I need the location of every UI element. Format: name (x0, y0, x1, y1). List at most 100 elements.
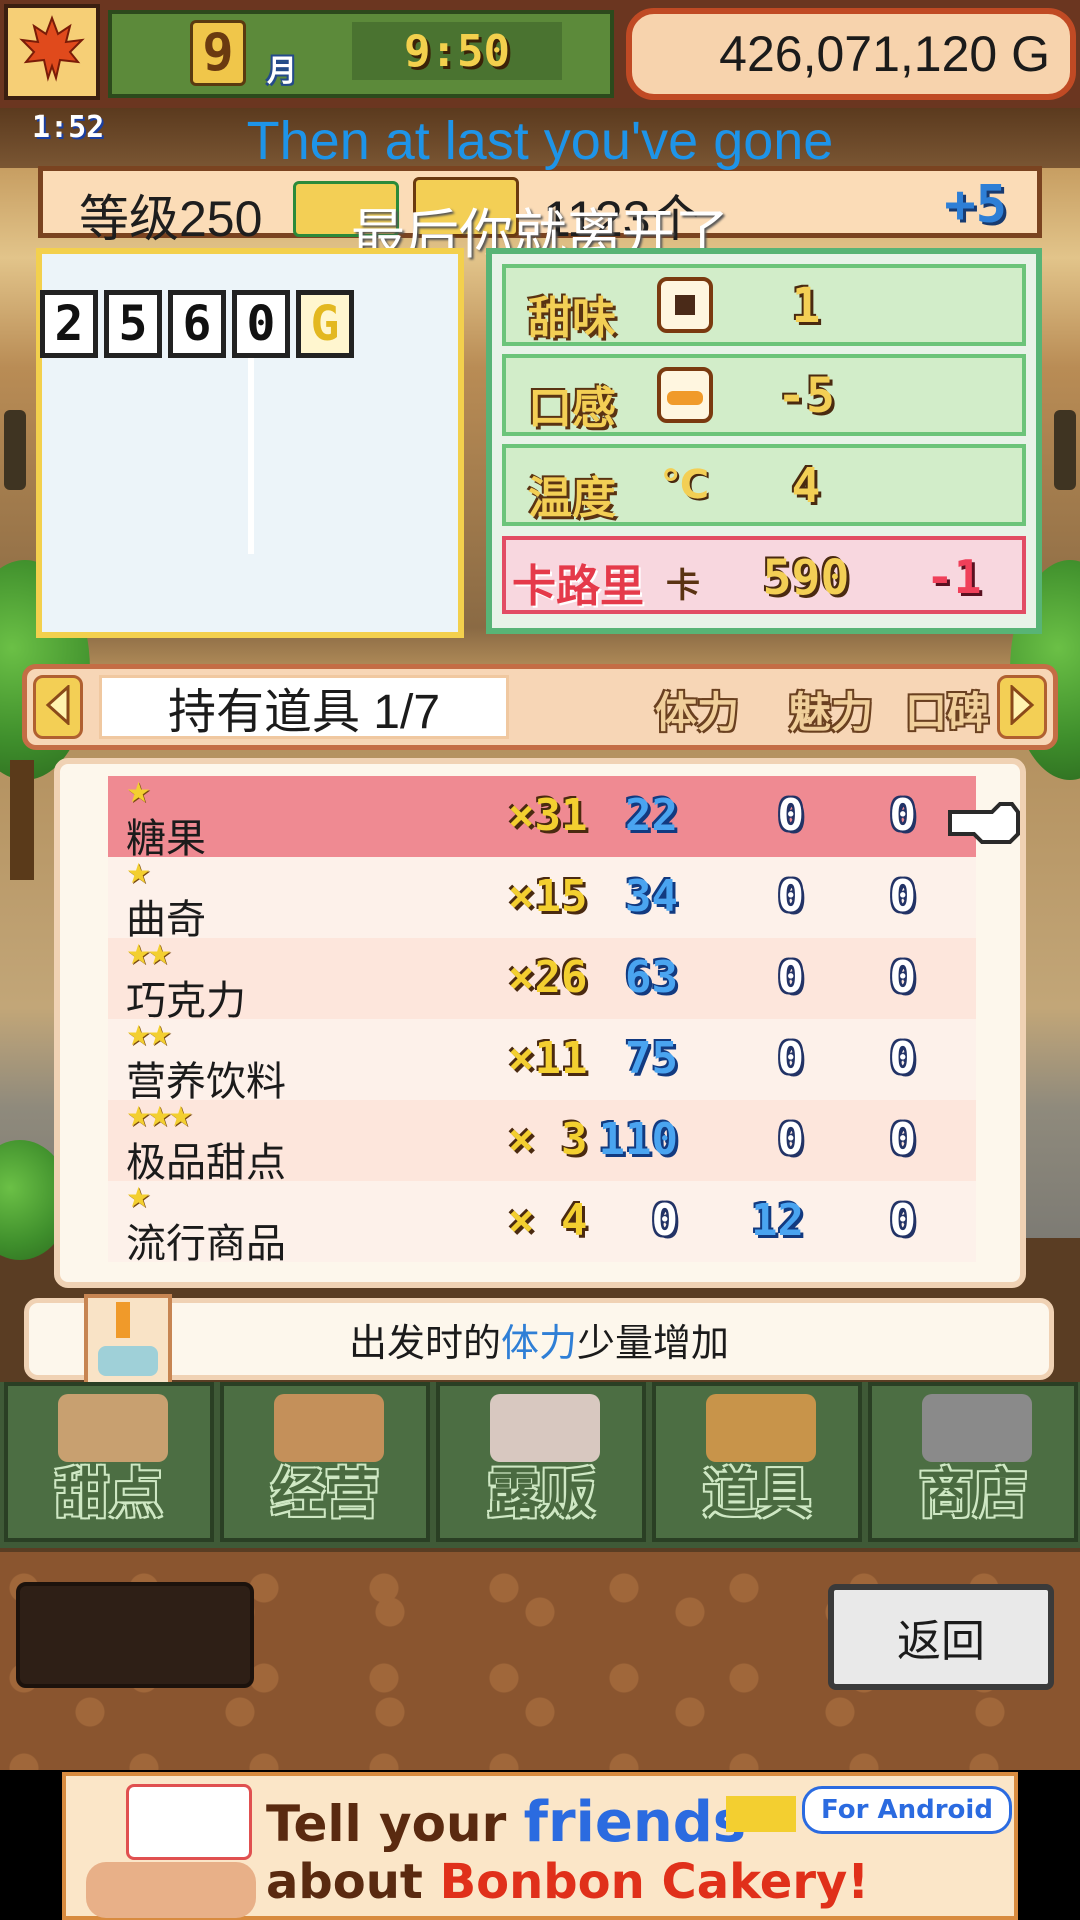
maple-leaf-icon (16, 14, 88, 90)
item-quantity: ×26 (508, 952, 588, 1003)
item-name: 营养饮料 (126, 1060, 286, 1104)
description-keyword: 体力 (500, 1322, 577, 1365)
lamp-right (1054, 410, 1076, 490)
platform-badge: For Android (802, 1786, 1012, 1834)
star-rating-icon: ★★ (126, 938, 172, 971)
nav-label: 甜点 (55, 1462, 163, 1525)
stat-label: 口感 (528, 383, 616, 434)
item-charm: 0 (777, 1114, 805, 1165)
item-stamina: 63 (625, 952, 678, 1003)
item-row[interactable]: ★★ 营养饮料 ×11 75 0 0 (108, 1019, 976, 1104)
nav-tab-dessert[interactable]: 甜点 (4, 1382, 214, 1542)
month-number: 9 (190, 20, 246, 86)
item-name: 曲奇 (126, 898, 206, 942)
item-name: 糖果 (126, 817, 206, 861)
item-row[interactable]: ★ 曲奇 ×15 34 0 0 (108, 857, 976, 942)
item-reputation: 0 (889, 871, 917, 922)
stat-value: 4 (791, 458, 821, 514)
item-row[interactable]: ★ 流行商品 × 4 0 12 0 (108, 1181, 976, 1266)
star-rating-icon: ★ (126, 1181, 151, 1214)
calorie-unit: 卡 (666, 566, 700, 606)
description-prefix: 出发时的 (348, 1322, 501, 1365)
item-reputation: 0 (889, 790, 917, 841)
price-digit: 5 (104, 290, 162, 358)
item-quantity: × 4 (508, 1195, 588, 1246)
ad-highlight: friends (523, 1790, 747, 1855)
item-description: 出发时的 体力 少量增加 (24, 1298, 1054, 1380)
ad-text: about (266, 1854, 440, 1910)
item-row[interactable]: ★★★ 极品甜点 × 3 110 0 0 (108, 1100, 976, 1185)
item-stamina: 22 (625, 790, 678, 841)
characters-icon (86, 1862, 256, 1918)
item-row[interactable]: ★ 糖果 ×31 22 0 0 (108, 776, 976, 861)
item-charm: 0 (777, 790, 805, 841)
texture-icon (656, 366, 714, 424)
stat-label: 温度 (528, 473, 616, 524)
cake-icon (126, 1784, 252, 1860)
star-rating-icon: ★★ (126, 1019, 172, 1052)
scale-icon (84, 1294, 172, 1386)
column-header-reputation: 口碑 (905, 688, 990, 737)
empty-slot (16, 1582, 254, 1688)
items-list: ★ 糖果 ×31 22 0 0 ★ 曲奇 ×15 34 0 0 ★★ 巧克力 ×… (54, 758, 1026, 1288)
price-display: 2 5 6 0 G (40, 290, 354, 358)
column-header-stamina: 体力 (655, 688, 740, 737)
nav-label: 道具 (703, 1462, 811, 1525)
prev-page-button[interactable] (33, 675, 83, 739)
item-stamina: 0 (651, 1195, 679, 1246)
date-time-panel: 9 月 9:50 (108, 10, 614, 98)
item-reputation: 0 (889, 1114, 917, 1165)
ad-banner[interactable]: Tell your friends about Bonbon Cakery! F… (62, 1772, 1018, 1920)
stat-label: 卡路里 (512, 561, 644, 612)
items-header: 持有道具 1/7 体力 魅力 口碑 (22, 664, 1058, 750)
item-quantity: ×11 (508, 1033, 588, 1084)
item-reputation: 0 (889, 952, 917, 1003)
nav-tab-shop[interactable]: 商店 (868, 1382, 1078, 1542)
crown-icon (726, 1796, 796, 1832)
price-digit: 0 (232, 290, 290, 358)
gold-coin-icon: G (296, 290, 354, 358)
stat-row-calories: 卡路里 卡 590 -1 (502, 536, 1026, 614)
money-display: 426,071,120 G (626, 8, 1076, 100)
back-button[interactable]: 返回 (828, 1584, 1054, 1690)
stat-row-texture: 口感 -5 (502, 354, 1026, 436)
item-stamina: 110 (598, 1114, 678, 1165)
ad-line-1: Tell your friends (266, 1790, 746, 1855)
nav-tab-stall[interactable]: 露贩 (436, 1382, 646, 1542)
star-rating-icon: ★ (126, 776, 151, 809)
price-digit: 2 (40, 290, 98, 358)
items-page-title: 持有道具 1/7 (99, 675, 509, 739)
stat-value: -5 (777, 368, 835, 424)
item-name: 巧克力 (126, 979, 246, 1023)
nav-tab-manage[interactable]: 经营 (220, 1382, 430, 1542)
column-header-charm: 魅力 (789, 688, 874, 737)
star-rating-icon: ★ (126, 857, 151, 890)
item-charm: 0 (777, 1033, 805, 1084)
next-page-button[interactable] (997, 675, 1047, 739)
nav-tab-items[interactable]: 道具 (652, 1382, 862, 1542)
item-stamina: 75 (625, 1033, 678, 1084)
item-name: 流行商品 (126, 1222, 286, 1266)
product-stats-panel: 甜味 1 口感 -5 温度 ℃ 4 卡路里 卡 590 -1 (486, 248, 1042, 634)
star-rating-icon: ★★★ (126, 1100, 193, 1133)
ad-brand: Bonbon Cakery! (439, 1854, 870, 1910)
subtitle-english: Then at last you've gone (246, 111, 834, 171)
item-charm: 12 (751, 1195, 804, 1246)
month-label: 月 (267, 54, 297, 89)
scale-weight (116, 1302, 130, 1338)
item-charm: 0 (777, 871, 805, 922)
stat-row-temperature: 温度 ℃ 4 (502, 444, 1026, 526)
item-row[interactable]: ★★ 巧克力 ×26 63 0 0 (108, 938, 976, 1023)
description-suffix: 少量增加 (577, 1322, 730, 1365)
item-stamina: 34 (625, 871, 678, 922)
item-charm: 0 (777, 952, 805, 1003)
stat-value: 1 (791, 278, 821, 334)
arrow-right-icon (1008, 683, 1036, 729)
item-reputation: 0 (889, 1033, 917, 1084)
arrow-left-icon (44, 683, 72, 729)
sweetness-icon (656, 276, 714, 334)
item-name: 极品甜点 (126, 1141, 286, 1185)
season-badge (4, 4, 100, 100)
ad-text: Tell your (266, 1795, 524, 1853)
clock: 9:50 (352, 22, 562, 80)
